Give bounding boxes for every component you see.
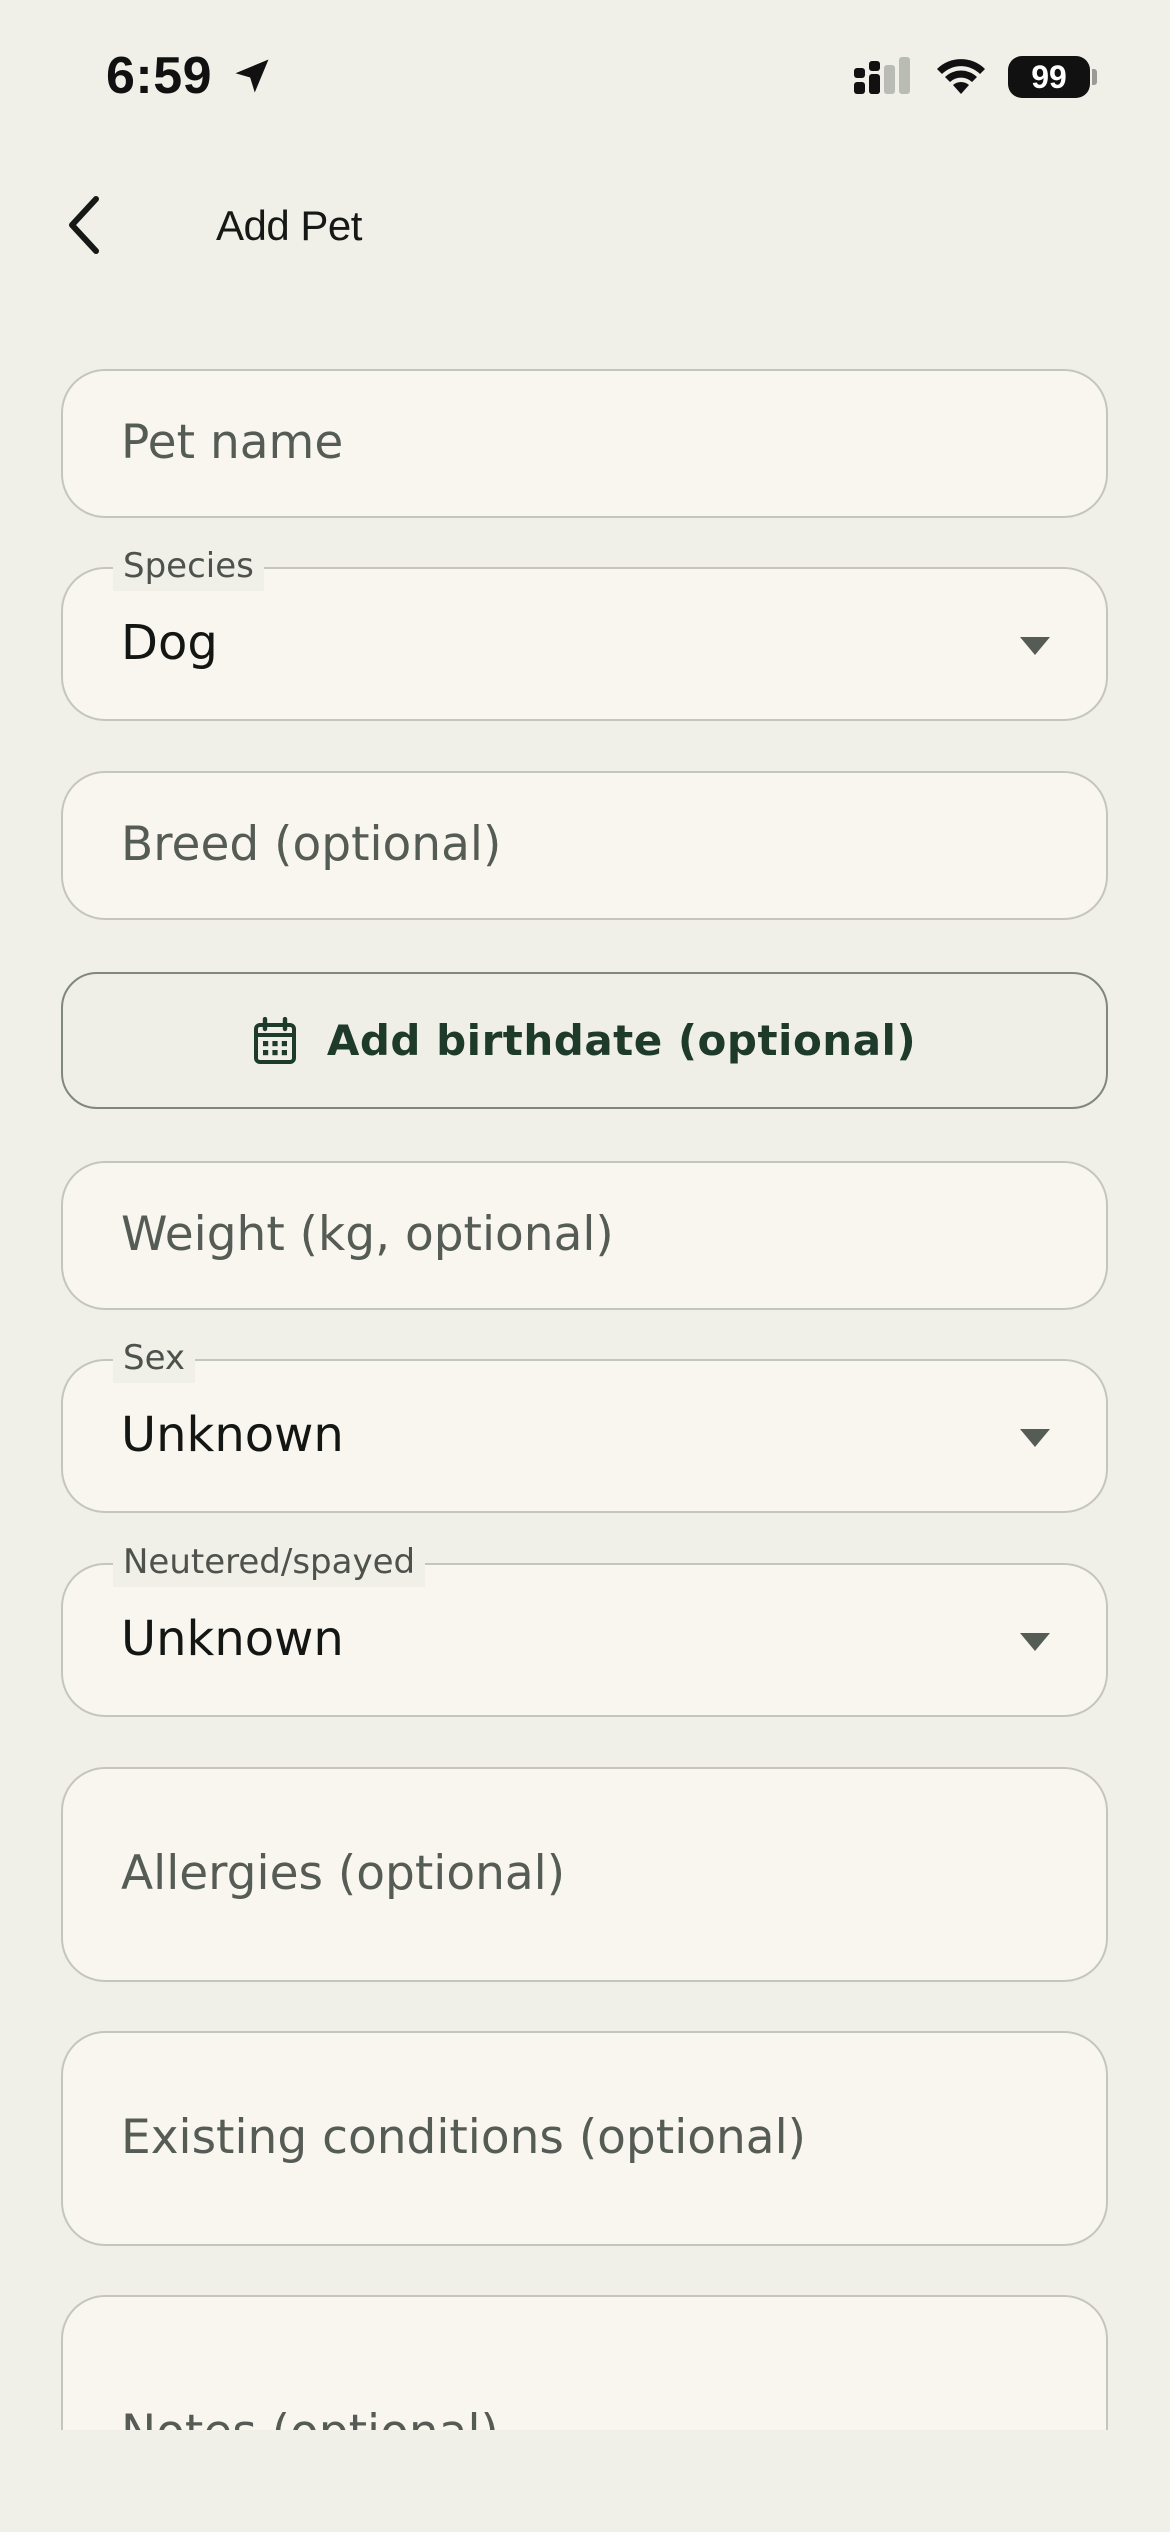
weight-placeholder: Weight (kg, optional) <box>121 1207 614 1262</box>
species-select[interactable]: Species Dog <box>61 541 1108 721</box>
species-value: Dog <box>121 615 218 671</box>
chevron-down-icon <box>1020 637 1050 655</box>
sex-label: Sex <box>113 1333 196 1383</box>
sex-select[interactable]: Sex Unknown <box>61 1333 1108 1513</box>
bottom-safe-area <box>0 2430 1170 2532</box>
neutered-value: Unknown <box>121 1611 344 1667</box>
conditions-field[interactable]: Existing conditions (optional) <box>61 2031 1108 2246</box>
neutered-select[interactable]: Neutered/spayed Unknown <box>61 1537 1108 1717</box>
notes-placeholder: Notes (optional) <box>121 2405 499 2430</box>
add-pet-form: Pet name Species Dog Breed (optional) Ad… <box>0 0 1170 2430</box>
pet-name-field[interactable]: Pet name <box>61 369 1108 518</box>
breed-placeholder: Breed (optional) <box>121 817 502 872</box>
calendar-icon <box>253 1016 296 1064</box>
notes-field[interactable]: Notes (optional) <box>61 2295 1108 2430</box>
chevron-down-icon <box>1020 1633 1050 1651</box>
add-birthdate-label: Add birthdate (optional) <box>326 1016 917 1065</box>
allergies-placeholder: Allergies (optional) <box>121 1846 566 1901</box>
breed-field[interactable]: Breed (optional) <box>61 771 1108 920</box>
allergies-field[interactable]: Allergies (optional) <box>61 1767 1108 1982</box>
pet-name-placeholder: Pet name <box>121 415 344 470</box>
neutered-label: Neutered/spayed <box>113 1537 426 1587</box>
sex-value: Unknown <box>121 1407 344 1463</box>
conditions-placeholder: Existing conditions (optional) <box>121 2110 806 2165</box>
chevron-down-icon <box>1020 1429 1050 1447</box>
weight-field[interactable]: Weight (kg, optional) <box>61 1161 1108 1310</box>
species-label: Species <box>113 541 264 591</box>
add-birthdate-button[interactable]: Add birthdate (optional) <box>61 972 1108 1109</box>
